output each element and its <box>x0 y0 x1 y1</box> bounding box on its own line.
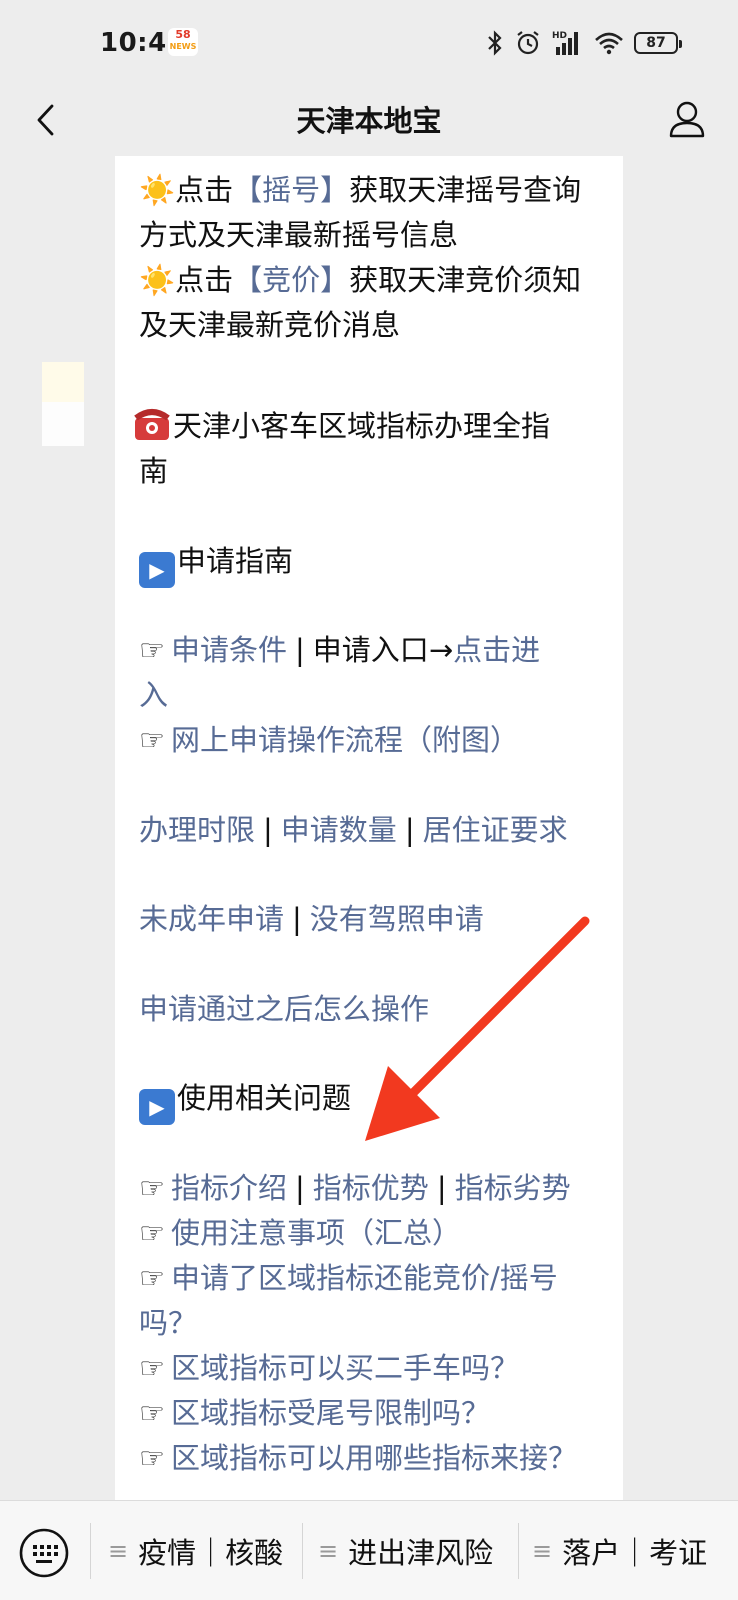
menu-item-label: 落户｜考证 <box>562 1536 708 1570</box>
menu-lines-icon: ≡ <box>108 1537 129 1565</box>
jingjia-link[interactable]: 【竞价】 <box>233 263 349 297</box>
apply-count-link[interactable]: 申请数量 <box>281 813 397 847</box>
intro-link[interactable]: 指标介绍 <box>171 1171 287 1205</box>
pointing-hand-icon: ☞ <box>139 1396 165 1430</box>
q3-line: ☞ 区域指标受尾号限制吗？ <box>139 1391 490 1435</box>
news-app-icon-text: NEWS <box>169 42 197 51</box>
sender-avatar-partial <box>42 362 84 446</box>
wifi-icon <box>595 32 623 55</box>
section-usage-label: 使用相关问题 <box>177 1081 352 1115</box>
pointing-hand-icon: ☞ <box>139 1171 165 1205</box>
separator: | <box>436 1171 447 1205</box>
pointing-hand-icon: ☞ <box>139 1441 165 1475</box>
intro-line: ☞ 指标介绍 | 指标优势 | 指标劣势 <box>139 1166 571 1210</box>
guide-title-line2: 南 <box>139 454 169 488</box>
section-apply-guide-label: 申请指南 <box>177 544 294 578</box>
jingjia-line: ☀️点击【竞价】获取天津竞价须知 <box>139 258 581 302</box>
jingjia-suffix: 获取天津竞价须知 <box>349 263 582 297</box>
play-icon: ▶ <box>139 1089 175 1125</box>
online-flow-line: ☞ 网上申请操作流程（附图） <box>139 718 519 762</box>
right-arrow-icon: → <box>428 633 454 667</box>
bottom-menu-bar: ≡ 疫情｜核酸 ≡ 进出津风险 ≡ 落户｜考证 <box>0 1500 738 1600</box>
time-limit-line: 办理时限 | 申请数量 | 居住证要求 <box>139 808 568 852</box>
profile-button[interactable] <box>662 94 712 144</box>
svg-text:HD: HD <box>552 31 567 41</box>
menu-item-travel-risk[interactable]: ≡ 进出津风险 <box>318 1529 493 1573</box>
hd-signal-icon: HD <box>552 31 578 55</box>
minor-link[interactable]: 未成年申请 <box>139 902 284 936</box>
q2-link[interactable]: 区域指标可以买二手车吗？ <box>171 1351 519 1385</box>
notes-link[interactable]: 使用注意事项（汇总） <box>171 1216 461 1250</box>
q3-link[interactable]: 区域指标受尾号限制吗？ <box>171 1396 490 1430</box>
time-limit-link[interactable]: 办理时限 <box>139 813 255 847</box>
menu-divider <box>302 1523 303 1579</box>
q4-link[interactable]: 区域指标可以用哪些指标来接？ <box>171 1441 577 1475</box>
red-arrow-annotation <box>365 916 590 1141</box>
separator: | <box>295 633 305 667</box>
person-icon <box>669 101 705 138</box>
q1-link[interactable]: 申请了区域指标还能竞价/摇号 <box>171 1261 558 1295</box>
advantage-link[interactable]: 指标优势 <box>313 1171 429 1205</box>
menu-item-settle[interactable]: ≡ 落户｜考证 <box>532 1529 707 1573</box>
notes-line: ☞ 使用注意事项（汇总） <box>139 1211 461 1255</box>
chat-content: 流程与指已 ☀️点击【摇号】获取天津摇号查询 方式及天津最新摇号信息 ☀️点击【… <box>0 156 738 1500</box>
nav-bar: 天津本地宝 <box>0 84 738 156</box>
q4-line: ☞ 区域指标可以用哪些指标来接？ <box>139 1436 577 1480</box>
yaohao-suffix: 获取天津摇号查询 <box>349 173 582 207</box>
jingjia-line-2: 及天津最新竞价消息 <box>139 308 401 342</box>
residence-link[interactable]: 居住证要求 <box>423 813 568 847</box>
click-enter-link-2[interactable]: 入 <box>139 673 168 717</box>
click-enter-link[interactable]: 点击进 <box>453 633 540 667</box>
q1-link-2[interactable]: 吗？ <box>139 1301 197 1345</box>
q1-line: ☞ 申请了区域指标还能竞价/摇号 <box>139 1256 558 1300</box>
play-icon: ▶ <box>139 552 175 588</box>
battery-icon: 87 <box>634 32 682 54</box>
status-bar: 10:49 58 NEWS HD 87 <box>0 0 738 84</box>
keyboard-icon <box>19 1528 69 1578</box>
sun-icon: ☀️ <box>139 263 176 297</box>
guide-title: 天津小客车区域指标办理全指 <box>133 404 550 448</box>
disadvantage-link[interactable]: 指标劣势 <box>455 1171 571 1205</box>
menu-item-label: 进出津风险 <box>348 1536 494 1570</box>
apply-entry-label: 申请入口 <box>312 633 429 667</box>
telephone-icon <box>134 409 170 440</box>
keyboard-toggle-button[interactable] <box>18 1527 70 1579</box>
status-icons: HD 87 <box>486 28 682 58</box>
menu-divider <box>518 1523 519 1579</box>
pointing-hand-icon: ☞ <box>139 1261 165 1295</box>
pointing-hand-icon: ☞ <box>139 633 165 667</box>
yaohao-line-2: 方式及天津最新摇号信息 <box>139 218 459 252</box>
menu-lines-icon: ≡ <box>318 1537 339 1565</box>
separator: | <box>263 813 273 847</box>
separator: | <box>404 813 415 847</box>
yaohao-link[interactable]: 【摇号】 <box>233 173 349 207</box>
menu-lines-icon: ≡ <box>532 1537 553 1565</box>
apply-conditions-link[interactable]: 申请条件 <box>171 633 287 667</box>
guide-title-text: 天津小客车区域指标办理全指 <box>173 409 551 443</box>
bluetooth-icon <box>488 30 502 56</box>
apply-conditions-line: ☞ 申请条件 | 申请入口→点击进 <box>139 628 540 672</box>
pointing-hand-icon: ☞ <box>139 1351 165 1385</box>
news-app-icon-number: 58 <box>175 28 191 41</box>
click-prefix: 点击 <box>175 263 234 297</box>
separator: | <box>295 1171 305 1205</box>
q2-line: ☞ 区域指标可以买二手车吗？ <box>139 1346 519 1390</box>
pointing-hand-icon: ☞ <box>139 723 165 757</box>
menu-item-label: 疫情｜核酸 <box>138 1536 284 1570</box>
news-app-icon: 58 NEWS <box>168 28 198 56</box>
cut-line: 流程与指已 <box>139 156 284 160</box>
section-usage: ▶ 使用相关问题 <box>139 1076 351 1125</box>
click-prefix: 点击 <box>175 173 234 207</box>
menu-item-epidemic[interactable]: ≡ 疫情｜核酸 <box>108 1529 283 1573</box>
menu-divider <box>90 1523 91 1579</box>
alarm-icon <box>517 31 539 55</box>
pointing-hand-icon: ☞ <box>139 1216 165 1250</box>
online-flow-link[interactable]: 网上申请操作流程（附图） <box>171 723 519 757</box>
section-apply-guide: ▶ 申请指南 <box>139 539 293 588</box>
separator: | <box>292 902 302 936</box>
page-title: 天津本地宝 <box>296 104 442 138</box>
yaohao-line: ☀️点击【摇号】获取天津摇号查询 <box>139 168 581 212</box>
sun-icon: ☀️ <box>139 173 176 207</box>
